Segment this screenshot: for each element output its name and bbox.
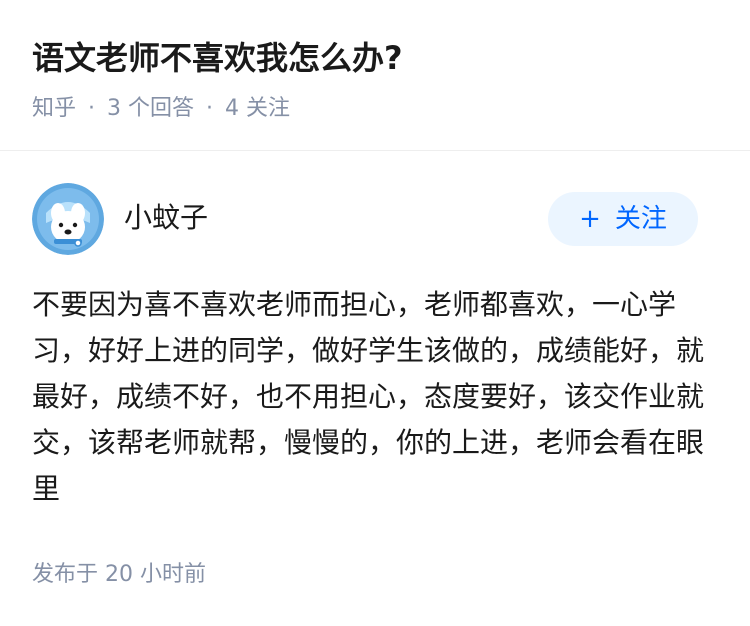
- meta-separator: ·: [88, 96, 96, 121]
- author-name[interactable]: 小蚊子: [124, 199, 208, 237]
- publish-time: 发布于 20 小时前: [32, 560, 206, 590]
- question-title[interactable]: 语文老师不喜欢我怎么办?: [32, 36, 403, 80]
- question-meta: 知乎 · 3 个回答 · 4 关注: [32, 94, 290, 124]
- author-row: 小蚊子 + 关注: [32, 183, 718, 255]
- answer-count[interactable]: 3 个回答: [107, 96, 194, 121]
- source-label[interactable]: 知乎: [32, 96, 76, 121]
- follow-button[interactable]: + 关注: [548, 192, 698, 246]
- cartoon-dog-avatar-icon: [32, 183, 104, 255]
- question-header: 语文老师不喜欢我怎么办? 知乎 · 3 个回答 · 4 关注: [32, 0, 718, 150]
- meta-separator: ·: [206, 96, 214, 121]
- publish-time-value: 20 小时前: [105, 562, 207, 587]
- section-divider: [0, 150, 750, 151]
- answer-content[interactable]: 不要因为喜不喜欢老师而担心，老师都喜欢，一心学习，好好上进的同学，做好学生该做的…: [32, 282, 704, 512]
- follow-label: 关注: [614, 204, 667, 234]
- plus-icon: +: [579, 204, 601, 234]
- author-avatar[interactable]: [32, 183, 104, 255]
- follower-count[interactable]: 4 关注: [225, 96, 290, 121]
- publish-label: 发布于: [32, 562, 99, 587]
